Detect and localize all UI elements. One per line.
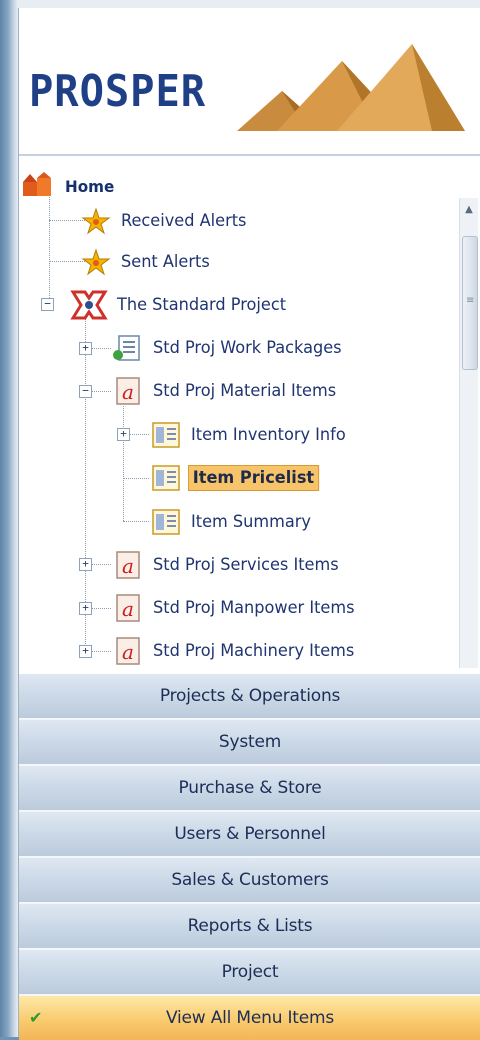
expand-inventory-info-toggle[interactable]: + (117, 428, 130, 441)
form-icon (152, 465, 180, 491)
menu-tree: − + − + + + + Home Received Alerts Sent … (19, 158, 459, 668)
expand-services-items-toggle[interactable]: + (79, 558, 92, 571)
logo-text: PROSPER (29, 66, 207, 117)
nav-button-sales-customers[interactable]: Sales & Customers (19, 858, 480, 904)
collapse-project-toggle[interactable]: − (41, 298, 54, 311)
svg-text:a: a (122, 380, 134, 404)
home-icon (23, 172, 51, 196)
nav-button-project[interactable]: Project (19, 950, 480, 996)
alert-star-icon (81, 207, 111, 235)
tree-item-label: Std Proj Material Items (153, 381, 337, 401)
tree-item-inventory-info[interactable]: Item Inventory Info (149, 420, 354, 450)
tree-item-pricelist[interactable]: Item Pricelist (149, 463, 326, 493)
tree-item-summary[interactable]: Item Summary (149, 507, 317, 537)
tree-item-label: Std Proj Services Items (153, 555, 339, 575)
navigation-panel: PROSPER − + − + + + + Home Received Aler… (18, 8, 480, 1040)
work-packages-icon (113, 335, 140, 361)
nav-button-view-all[interactable]: ✔ View All Menu Items (19, 996, 480, 1040)
tree-item-label: Std Proj Work Packages (153, 338, 342, 358)
expand-machinery-items-toggle[interactable]: + (79, 645, 92, 658)
navigation-buttons: Projects & Operations System Purchase & … (19, 674, 480, 1040)
nav-button-purchase-store[interactable]: Purchase & Store (19, 766, 480, 812)
svg-text:a: a (122, 597, 134, 621)
form-icon (152, 422, 180, 448)
project-icon (70, 290, 108, 320)
grip-icon: ≡ (466, 295, 475, 306)
tree-item-label: Std Proj Machinery Items (153, 641, 355, 661)
tree-item-label: Sent Alerts (121, 252, 210, 272)
nav-button-users-personnel[interactable]: Users & Personnel (19, 812, 480, 858)
tree-item-work-packages[interactable]: Std Proj Work Packages (111, 333, 352, 363)
nav-button-reports-lists[interactable]: Reports & Lists (19, 904, 480, 950)
tree-item-label: Item Summary (191, 512, 311, 532)
tree-item-material-items[interactable]: a Std Proj Material Items (111, 376, 346, 406)
access-table-icon: a (116, 637, 140, 665)
access-table-icon: a (116, 377, 140, 405)
tree-item-label: Item Inventory Info (191, 425, 346, 445)
svg-text:a: a (122, 640, 134, 664)
tree-item-label: The Standard Project (117, 295, 287, 315)
nav-button-system[interactable]: System (19, 720, 480, 766)
nav-button-projects-operations[interactable]: Projects & Operations (19, 674, 480, 720)
tree-item-label: Item Pricelist (188, 465, 319, 491)
tree-item-label: Home (65, 176, 115, 196)
tree-item-label: Received Alerts (121, 211, 247, 231)
access-table-icon: a (116, 551, 140, 579)
tree-item-machinery-items[interactable]: a Std Proj Machinery Items (111, 636, 365, 666)
tree-item-services-items[interactable]: a Std Proj Services Items (111, 550, 348, 580)
logo-header: PROSPER (19, 8, 480, 156)
tree-item-sent-alerts[interactable]: Sent Alerts (79, 247, 214, 277)
tree-item-home[interactable]: Home (21, 171, 117, 201)
tree-item-received-alerts[interactable]: Received Alerts (79, 206, 253, 236)
tree-item-standard-project[interactable]: The Standard Project (69, 290, 295, 320)
pyramids-logo-icon (237, 44, 465, 131)
access-table-icon: a (116, 594, 140, 622)
tree-scrollbar[interactable]: ▲ ≡ (459, 198, 478, 668)
expand-work-packages-toggle[interactable]: + (79, 342, 92, 355)
scroll-up-arrow-icon[interactable]: ▲ (463, 204, 475, 216)
alert-star-icon (81, 248, 111, 276)
form-icon (152, 509, 180, 535)
scroll-thumb[interactable]: ≡ (462, 236, 478, 370)
svg-text:a: a (122, 554, 134, 578)
checkmark-icon: ✔ (29, 1008, 43, 1027)
tree-item-manpower-items[interactable]: a Std Proj Manpower Items (111, 593, 365, 623)
tree-item-label: Std Proj Manpower Items (153, 598, 355, 618)
expand-manpower-items-toggle[interactable]: + (79, 602, 92, 615)
nav-button-label: View All Menu Items (165, 1008, 335, 1028)
collapse-material-items-toggle[interactable]: − (79, 385, 92, 398)
